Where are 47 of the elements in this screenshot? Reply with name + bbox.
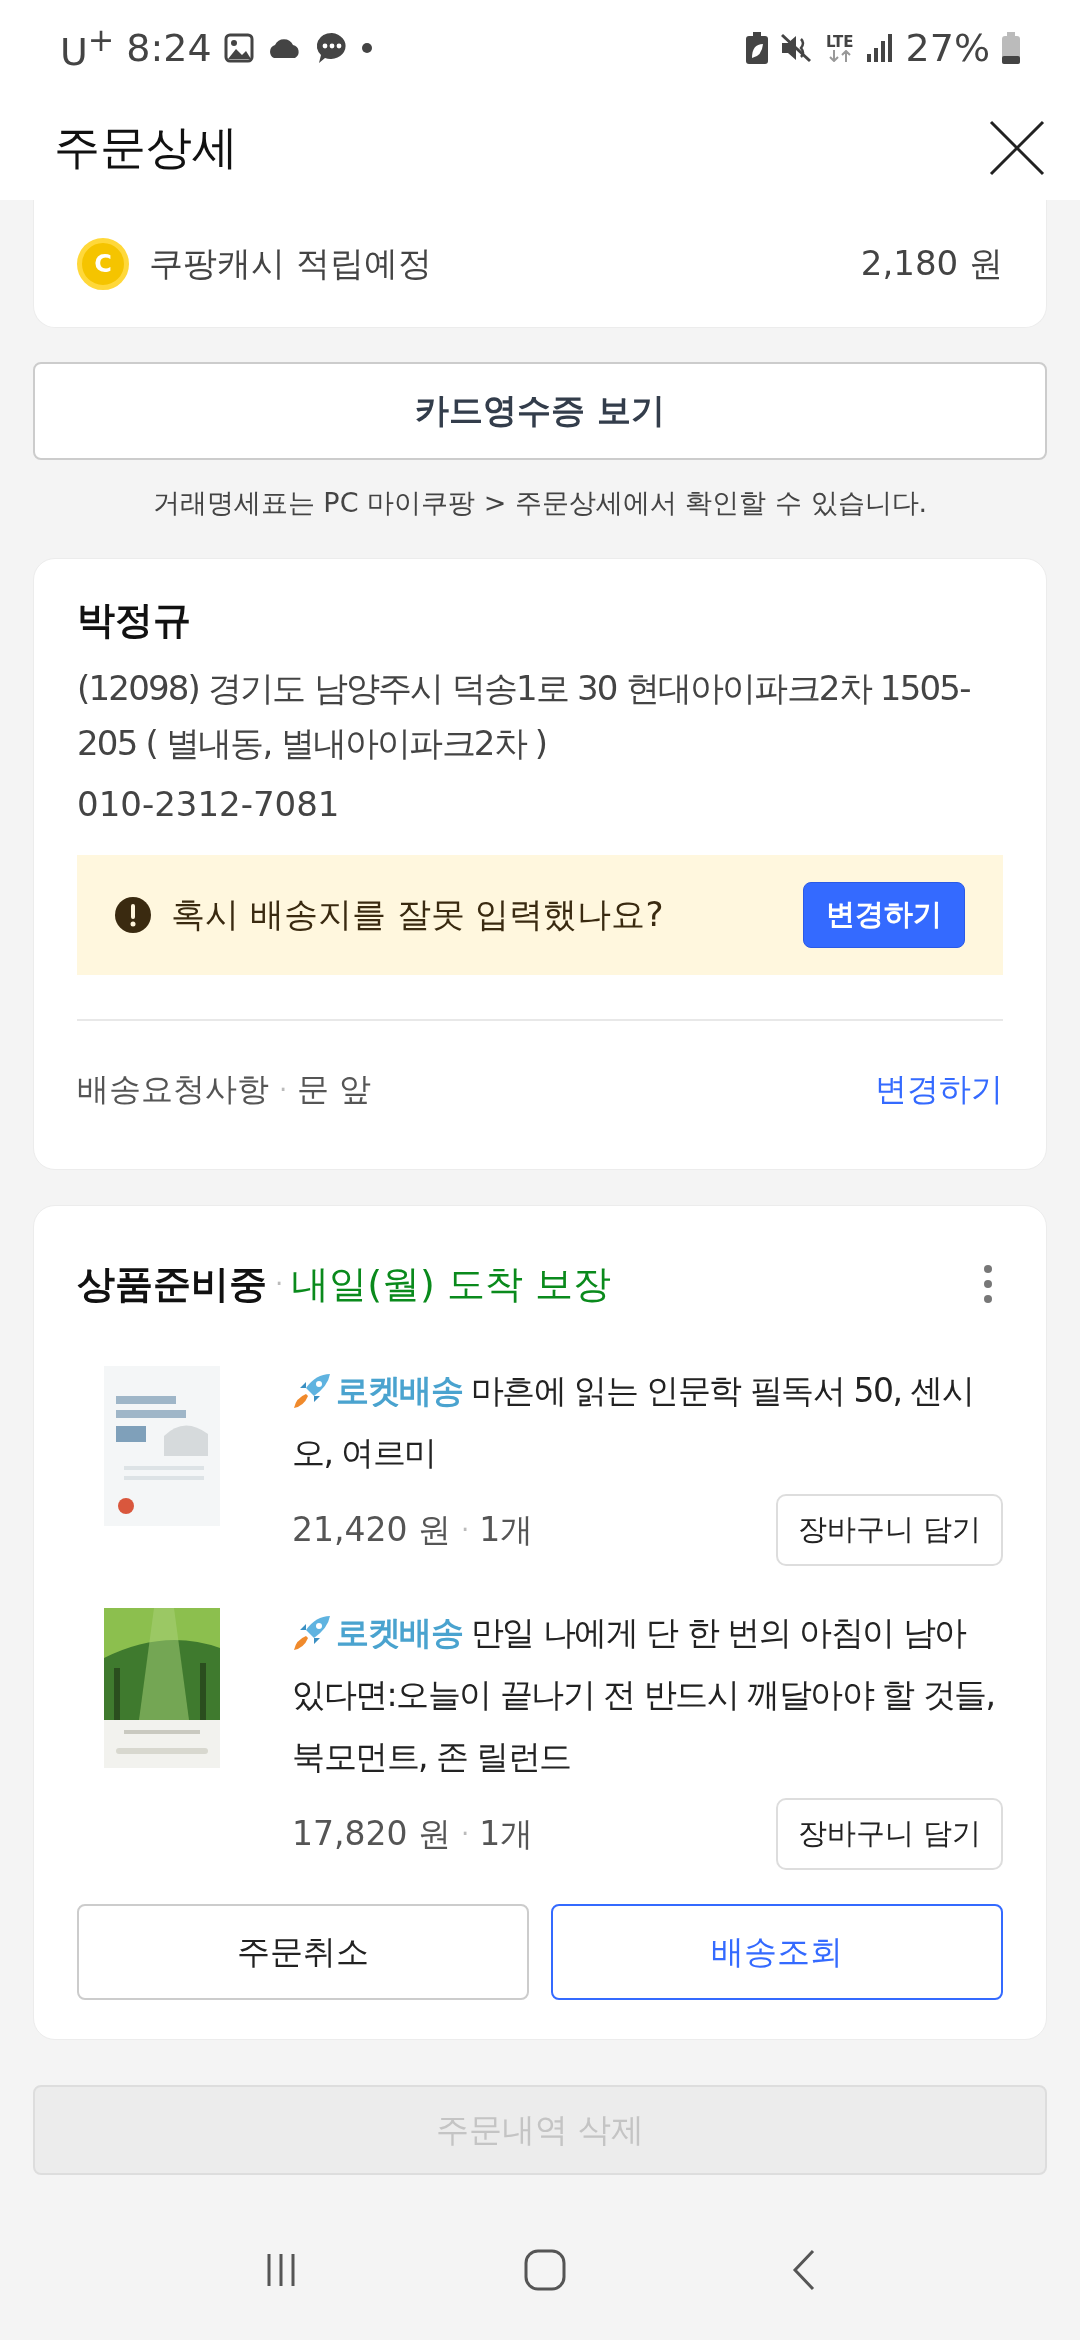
home-icon[interactable] xyxy=(523,2248,567,2292)
request-label: 배송요청사항 xyxy=(77,1069,269,1110)
separator-dot: · xyxy=(460,1515,470,1545)
address-text: (12098) 경기도 남양주시 덕송1로 30 현대아이파크2차 1505-205 ( 별내동, 별내아이파크2차 ) xyxy=(77,667,971,765)
battery-icon xyxy=(1002,31,1020,64)
product-quantity: 1개 xyxy=(479,1508,534,1551)
cash-amount: 2,180 원 xyxy=(860,241,1003,285)
exclamation-icon xyxy=(115,897,151,933)
mute-icon xyxy=(779,32,814,63)
data-arrows-icon xyxy=(828,49,851,62)
more-options-icon[interactable] xyxy=(983,1264,993,1304)
separator-dot: · xyxy=(275,1269,284,1299)
carrier-label: U$^{+}$ xyxy=(60,21,115,74)
battery-percent: 27% xyxy=(905,25,990,70)
product-quantity: 1개 xyxy=(479,1812,534,1855)
product-title[interactable]: 로켓배송 만일 나에게 단 한 번의 아침이 남아 있다면:오늘이 끝나기 전 반드시 깨달아야 할 것들, 북모먼트, 존 릴런드 xyxy=(292,1602,1003,1788)
battery-leaf-icon xyxy=(745,31,768,64)
cancel-order-button[interactable]: 주문취소 xyxy=(77,1904,529,2000)
network-label: LTE xyxy=(825,33,854,50)
change-address-button[interactable]: 변경하기 xyxy=(803,882,965,948)
product-title[interactable]: 로켓배송 마흔에 읽는 인문학 필독서 50, 센시오, 여르미 xyxy=(292,1360,1003,1484)
image-icon xyxy=(223,32,254,63)
clock-time: 8:24 xyxy=(126,25,212,70)
recipient-name: 박정규 xyxy=(77,597,192,644)
dot-icon xyxy=(361,42,372,53)
coin-icon: C xyxy=(77,237,129,290)
product-price: 17,820 원 xyxy=(292,1812,451,1855)
page-title: 주문상세 xyxy=(54,118,238,176)
receipt-button[interactable]: 카드영수증 보기 xyxy=(33,362,1047,460)
delivery-promise: 내일(월) 도착 보장 xyxy=(291,1260,612,1308)
product-price: 21,420 원 xyxy=(292,1508,451,1551)
separator-dot: · xyxy=(460,1819,470,1849)
rocket-icon xyxy=(292,1614,332,1652)
track-delivery-button[interactable]: 배송조회 xyxy=(551,1904,1003,2000)
request-value: 문 앞 xyxy=(297,1069,372,1110)
phone-number: 010-2312-7081 xyxy=(77,783,341,826)
change-request-link[interactable]: 변경하기 xyxy=(875,1068,1003,1112)
shipment-status: 상품준비중 xyxy=(77,1260,267,1308)
rocket-icon xyxy=(292,1372,332,1410)
signal-icon xyxy=(865,33,894,62)
add-to-cart-button[interactable]: 장바구니 담기 xyxy=(775,1798,1003,1870)
warning-text: 혹시 배송지를 잘못 입력했나요? xyxy=(171,893,665,936)
add-to-cart-button[interactable]: 장바구니 담기 xyxy=(775,1494,1003,1566)
cash-label: 쿠팡캐시 적립예정 xyxy=(149,241,433,285)
close-icon[interactable] xyxy=(989,119,1045,176)
notice-text: 거래명세표는 PC 마이쿠팡 > 주문상세에서 확인할 수 있습니다. xyxy=(151,486,929,520)
separator-dot: · xyxy=(279,1075,288,1105)
